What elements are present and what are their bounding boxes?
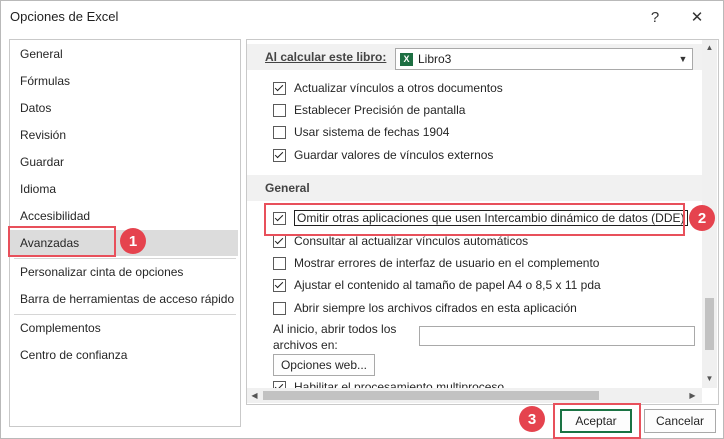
- startup-folder-label: Al inicio, abrir todos los archivos en:: [273, 321, 396, 353]
- horizontal-scrollbar[interactable]: ◀ ▶: [247, 388, 702, 403]
- checkbox[interactable]: [273, 148, 286, 162]
- scroll-up-icon[interactable]: ▲: [702, 40, 717, 55]
- step-badge-1: 1: [120, 228, 146, 254]
- nav-item-general[interactable]: General: [10, 41, 238, 67]
- calc-label: Al calcular este libro:: [265, 50, 387, 64]
- checkbox[interactable]: [273, 81, 286, 95]
- nav-item-formulas[interactable]: Fórmulas: [10, 68, 238, 94]
- excel-icon: X: [400, 52, 413, 66]
- startup-folder-input[interactable]: [419, 326, 695, 346]
- option-label: Mostrar errores de interfaz de usuario e…: [294, 256, 600, 270]
- option-label: Ajustar el contenido al tamaño de papel …: [294, 278, 601, 292]
- checkbox[interactable]: [273, 125, 286, 139]
- nav-item-complementos[interactable]: Complementos: [10, 315, 238, 341]
- workbook-select-value: Libro3: [418, 52, 452, 66]
- option-ajustar-papel[interactable]: Ajustar el contenido al tamaño de papel …: [273, 276, 601, 294]
- scroll-right-icon[interactable]: ▶: [685, 388, 700, 403]
- title-bar: Opciones de Excel ? ✕: [1, 1, 723, 33]
- nav-item-personalizar-cinta[interactable]: Personalizar cinta de opciones: [10, 259, 238, 285]
- nav-item-barra-acceso-rapido[interactable]: Barra de herramientas de acceso rápido: [10, 286, 238, 312]
- general-section-head: General: [247, 175, 702, 201]
- scroll-down-icon[interactable]: ▼: [702, 371, 717, 386]
- startup-label-line-1: Al inicio, abrir todos los: [273, 322, 397, 336]
- option-label: Consultar al actualizar vínculos automát…: [294, 234, 529, 248]
- nav-item-idioma[interactable]: Idioma: [10, 176, 238, 202]
- option-archivos-cifrados[interactable]: Abrir siempre los archivos cifrados en e…: [273, 299, 577, 317]
- checkbox[interactable]: [273, 301, 286, 315]
- option-guardar-valores-vinculos[interactable]: Guardar valores de vínculos externos: [273, 146, 493, 164]
- chevron-down-icon[interactable]: ▼: [674, 49, 692, 69]
- window-title: Opciones de Excel: [10, 9, 119, 24]
- nav-item-guardar[interactable]: Guardar: [10, 149, 238, 175]
- option-label: Actualizar vínculos a otros documentos: [294, 81, 503, 95]
- option-fechas-1904[interactable]: Usar sistema de fechas 1904: [273, 123, 449, 141]
- option-label: Usar sistema de fechas 1904: [294, 125, 450, 139]
- help-button[interactable]: ?: [637, 3, 673, 31]
- option-actualizar-vinculos[interactable]: Actualizar vínculos a otros documentos: [273, 79, 503, 97]
- option-label: Establecer Precisión de pantalla: [294, 103, 466, 117]
- option-label: Abrir siempre los archivos cifrados en e…: [294, 301, 577, 315]
- step-badge-3: 3: [519, 406, 545, 432]
- cancel-button[interactable]: Cancelar: [644, 409, 716, 433]
- scroll-left-icon[interactable]: ◀: [247, 388, 262, 403]
- checkbox[interactable]: [273, 278, 286, 292]
- workbook-select[interactable]: X Libro3 ▼: [395, 48, 693, 70]
- highlight-omitir-dde: [264, 203, 685, 236]
- checkbox[interactable]: [273, 256, 286, 270]
- scroll-thumb[interactable]: [263, 391, 599, 400]
- accept-button[interactable]: Aceptar: [560, 409, 632, 433]
- nav-item-centro-confianza[interactable]: Centro de confianza: [10, 342, 238, 368]
- checkbox[interactable]: [273, 234, 286, 248]
- scroll-thumb[interactable]: [705, 298, 714, 350]
- option-precision-pantalla[interactable]: Establecer Precisión de pantalla: [273, 101, 465, 119]
- web-options-button[interactable]: Opciones web...: [273, 354, 375, 376]
- excel-options-dialog: Opciones de Excel ? ✕ General Fórmulas D…: [0, 0, 724, 439]
- checkbox[interactable]: [273, 103, 286, 117]
- highlight-avanzadas: [8, 226, 116, 257]
- step-badge-2: 2: [689, 205, 715, 231]
- option-errores-interfaz[interactable]: Mostrar errores de interfaz de usuario e…: [273, 254, 599, 272]
- close-button[interactable]: ✕: [679, 3, 715, 31]
- startup-label-line-2: archivos en:: [273, 338, 338, 352]
- option-label: Guardar valores de vínculos externos: [294, 148, 494, 162]
- nav-item-datos[interactable]: Datos: [10, 95, 238, 121]
- nav-item-revision[interactable]: Revisión: [10, 122, 238, 148]
